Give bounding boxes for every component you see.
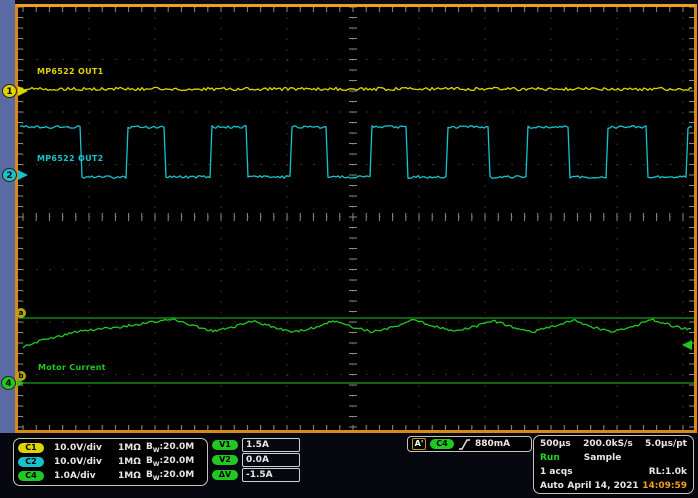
resolution: 5.0µs/pt: [645, 439, 687, 449]
waveform-display: [15, 4, 697, 433]
trigger-source-badge: C4: [430, 439, 454, 449]
ch2-position-marker[interactable]: 2: [2, 168, 28, 182]
record-length: RL:1.0k: [649, 467, 687, 477]
v1-value: 1.5A: [242, 438, 300, 452]
acquisition-count: 1 acqs: [540, 467, 573, 477]
cursor-v2-row: V2 0.0A: [212, 452, 304, 467]
trigger-level: 880mA: [475, 439, 510, 449]
c1-impedance: 1MΩ: [118, 443, 144, 453]
cursor-a-marker[interactable]: a: [16, 308, 26, 318]
c4-badge[interactable]: C4: [18, 471, 44, 481]
c2-badge[interactable]: C2: [18, 457, 44, 467]
trigger-badge: A': [412, 438, 426, 450]
channel-row-c4: C4 1.0A/div 1MΩ BW:20.0M: [18, 469, 203, 483]
trigger-level-arrow[interactable]: [682, 340, 692, 350]
c2-bandwidth: BW:20.0M: [146, 456, 194, 468]
ch4-trace: [23, 319, 691, 348]
ch2-trace-label: MP6522 OUT2: [37, 154, 104, 163]
trigger-readout[interactable]: A' C4 880mA: [407, 436, 532, 452]
acq-count-row: 1 acqs RL:1.0k: [540, 465, 687, 479]
acq-state-row: Run Sample: [540, 451, 687, 465]
dv-badge: ΔV: [212, 470, 238, 480]
window-frame: [0, 0, 15, 434]
c2-scale: 10.0V/div: [54, 457, 118, 467]
ch1-position-marker[interactable]: 1: [2, 84, 28, 98]
ch2-marker-arrow-icon: [18, 170, 28, 180]
c4-impedance: 1MΩ: [118, 471, 144, 481]
ch1-marker-arrow-icon: [18, 86, 28, 96]
cursor-b-marker[interactable]: b: [16, 371, 26, 381]
acq-mode: Sample: [584, 453, 622, 463]
timebase: 500µs: [540, 439, 571, 449]
c1-scale: 10.0V/div: [54, 443, 118, 453]
c4-bandwidth: BW:20.0M: [146, 470, 194, 482]
c4-scale: 1.0A/div: [54, 471, 118, 481]
v2-badge: V2: [212, 455, 238, 465]
sample-rate: 200.0kS/s: [583, 439, 633, 449]
oscilloscope-screen: MP6522 OUT1 MP6522 OUT2 Motor Current 1 …: [0, 0, 698, 498]
acquisition-panel[interactable]: 500µs 200.0kS/s 5.0µs/pt Run Sample 1 ac…: [533, 435, 694, 494]
ch2-trace: [20, 126, 692, 179]
ch4-trace-label: Motor Current: [38, 363, 106, 372]
date-time-row: Auto April 14, 2021 14:09:59: [540, 479, 687, 493]
c2-impedance: 1MΩ: [118, 457, 144, 467]
waveform-canvas: [18, 7, 694, 430]
channel-row-c1: C1 10.0V/div 1MΩ BW:20.0M: [18, 441, 203, 455]
cursor-readouts: V1 1.5A V2 0.0A ΔV -1.5A: [212, 437, 304, 482]
ch1-trace-label: MP6522 OUT1: [37, 67, 104, 76]
timebase-row: 500µs 200.0kS/s 5.0µs/pt: [540, 437, 687, 451]
cursor-dv-row: ΔV -1.5A: [212, 467, 304, 482]
run-status: Run: [540, 453, 560, 463]
time: 14:09:59: [642, 481, 687, 491]
cursor-v1-row: V1 1.5A: [212, 437, 304, 452]
readout-strip: C1 10.0V/div 1MΩ BW:20.0M C2 10.0V/div 1…: [0, 433, 698, 498]
trigger-mode: Auto: [540, 481, 564, 491]
c1-badge[interactable]: C1: [18, 443, 44, 453]
v1-badge: V1: [212, 440, 238, 450]
ch1-trace: [20, 87, 692, 90]
date: April 14, 2021: [567, 481, 638, 491]
v2-value: 0.0A: [242, 453, 300, 467]
dv-value: -1.5A: [242, 468, 300, 482]
c1-bandwidth: BW:20.0M: [146, 442, 194, 454]
rising-edge-icon: [458, 438, 471, 451]
channel-row-c2: C2 10.0V/div 1MΩ BW:20.0M: [18, 455, 203, 469]
channel-settings-panel: C1 10.0V/div 1MΩ BW:20.0M C2 10.0V/div 1…: [13, 438, 208, 486]
